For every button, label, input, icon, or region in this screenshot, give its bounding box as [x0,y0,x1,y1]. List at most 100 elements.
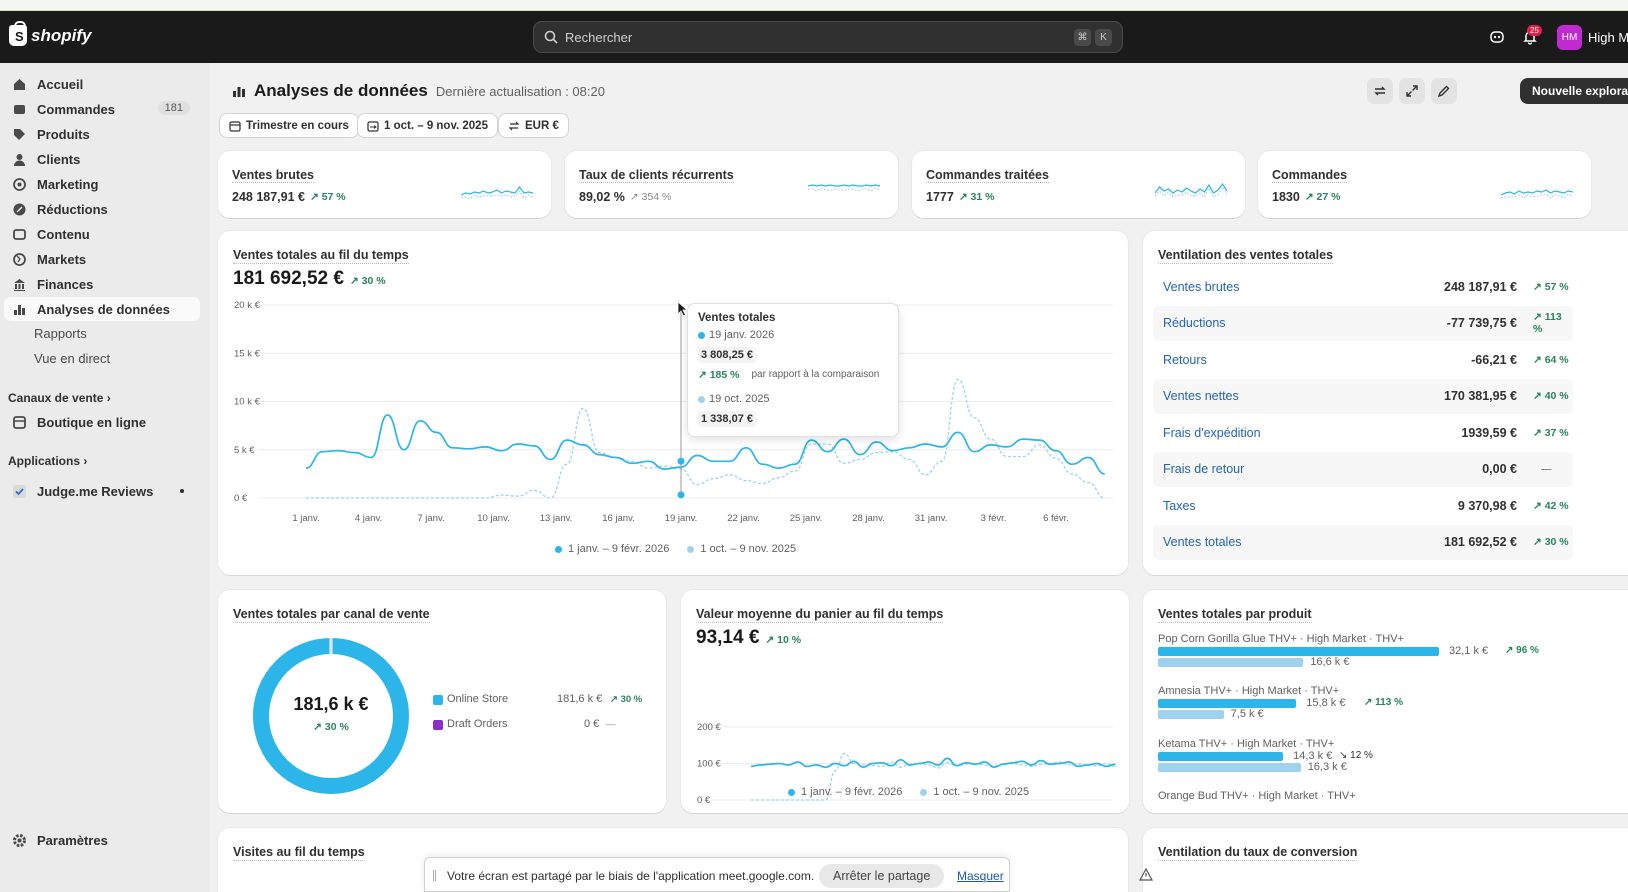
kpi-value: 1777 [926,190,954,204]
breakdown-row[interactable]: Réductions -77 739,75 € ↗ 113 % [1153,305,1573,341]
stop-sharing-button[interactable]: Arrêter le partage [819,864,945,888]
search-icon [544,30,558,44]
legend-swatch [433,720,443,730]
sidebar-item-2[interactable]: Produits [4,122,200,146]
home-icon [12,77,27,92]
x-tick-label: 22 janv. [727,513,760,524]
breakdown-change: ↗ 113 % [1533,311,1562,335]
refresh-icon [1374,86,1386,96]
product-value-current: 15,8 k € [1306,697,1346,709]
sales-channels-heading[interactable]: Canaux de vente › [8,391,111,405]
period-label: Trimestre en cours [246,119,349,132]
breakdown-row[interactable]: Frais de retour 0,00 € — [1153,451,1573,487]
breakdown-change: — [1541,463,1552,475]
sidebar-item-3[interactable]: Clients [4,147,200,171]
sidebar-item-4[interactable]: Marketing [4,172,200,196]
apps-heading[interactable]: Applications › [8,454,87,468]
store-name[interactable]: High Ma [1588,30,1628,45]
product-bar-previous[interactable] [1158,710,1224,719]
breakdown-title[interactable]: Ventilation des ventes totales [1158,248,1334,264]
aov-card: Valeur moyenne du panier au fil du temps… [681,590,1129,813]
search-bar[interactable]: Rechercher ⌘ K [533,21,1123,53]
sidekick-icon[interactable] [1487,27,1507,47]
sidebar-item-5[interactable]: Réductions [4,197,200,221]
sidebar-item-judgeme[interactable]: Judge.me Reviews [4,479,200,503]
aov-legend-previous: 1 oct. – 9 nov. 2025 [933,786,1030,798]
legend-previous: 1 oct. – 9 nov. 2025 [700,543,797,555]
compare-filter[interactable]: 1 oct. – 9 nov. 2025 [357,113,498,138]
sidebar-item-label: Markets [37,251,87,267]
product-bar-previous[interactable] [1158,763,1301,772]
breakdown-row[interactable]: Ventes totales 181 692,52 € ↗ 30 % [1153,524,1573,560]
period-filter[interactable]: Trimestre en cours [219,113,359,138]
new-exploration-button[interactable]: Nouvelle exploration [1520,78,1628,104]
aov-legend-current: 1 janv. – 9 févr. 2026 [801,786,903,798]
breakdown-change: ↗ 37 % [1533,426,1569,439]
breakdown-row[interactable]: Ventes brutes 248 187,91 € ↗ 57 % [1153,269,1573,304]
product-title[interactable]: Ventes totales par produit [1158,607,1312,623]
sidebar-item-7[interactable]: Markets [4,247,200,271]
currency-label: EUR € [525,119,559,132]
breakdown-row[interactable]: Frais d'expédition 1939,59 € ↗ 37 % [1153,415,1573,450]
currency-filter[interactable]: EUR € [498,113,569,138]
conversion-title[interactable]: Ventilation du taux de conversion [1158,845,1358,861]
product-bar-current[interactable] [1158,699,1297,708]
breakdown-label[interactable]: Frais de retour [1163,462,1244,476]
aov-line-chart[interactable]: 200 €100 €0 €1 janv.7 janv.13 janv.19 ja… [681,590,1129,813]
breakdown-value: 0,00 € [1482,462,1517,476]
aov-legend-dot-current [788,788,795,796]
channel-name: Online Store [447,693,509,705]
sidebar-item-8[interactable]: Finances [4,272,200,296]
product-change: ↗ 96 % [1505,645,1539,656]
breakdown-label[interactable]: Retours [1163,353,1207,367]
bank-icon [12,277,27,292]
shopify-logo[interactable]: Sshopify [9,21,91,46]
hover-point-current [677,457,685,465]
series-line-0[interactable] [750,757,1116,769]
sidebar-item-online-store[interactable]: Boutique en ligne [4,410,200,434]
sidebar-item-11[interactable]: Vue en direct [4,346,200,370]
donut-slice-online-store[interactable] [253,638,409,794]
kpi-card-3[interactable]: Commandes 1830 ↗ 27 % [1258,151,1591,218]
content-icon [12,227,27,242]
drag-handle-icon[interactable] [433,870,436,881]
sidebar-item-settings[interactable]: Paramètres [4,828,200,852]
breakdown-label[interactable]: Taxes [1163,499,1196,513]
fullscreen-button[interactable] [1399,78,1425,104]
kpi-card-2[interactable]: Commandes traitées 1777 ↗ 31 % [912,151,1245,218]
breakdown-label[interactable]: Frais d'expédition [1163,426,1261,440]
channel-change: ↗ 30 % [610,694,643,705]
edit-button[interactable] [1431,78,1457,104]
refresh-button[interactable] [1367,78,1393,104]
globe-icon [12,252,27,267]
breakdown-row[interactable]: Ventes nettes 170 381,95 € ↗ 40 % [1153,378,1573,414]
product-bar-current[interactable] [1158,647,1439,656]
sidebar-item-6[interactable]: Contenu [4,222,200,246]
sidebar-item-9[interactable]: Analyses de données [4,297,200,321]
sales-line-chart[interactable]: 20 k € 15 k € 10 k € 5 k € 0 € 1 janv. 4 janv.… [218,231,1128,575]
sidebar-item-10[interactable]: Rapports [4,321,200,345]
breakdown-label[interactable]: Ventes brutes [1163,280,1239,294]
breakdown-label[interactable]: Ventes nettes [1163,389,1239,403]
sidebar-item-0[interactable]: Accueil [4,72,200,96]
breakdown-label[interactable]: Ventes totales [1163,535,1242,549]
sidebar-item-label: Commandes [37,101,116,117]
product-name: Pop Corn Gorilla Glue THV+ · High Market… [1158,633,1404,645]
product-bar-previous[interactable] [1158,658,1304,667]
visits-title[interactable]: Visites au fil du temps [233,845,365,861]
avatar[interactable]: HM [1557,25,1582,50]
breakdown-row[interactable]: Retours -66,21 € ↗ 64 % [1153,342,1573,377]
breakdown-label[interactable]: Réductions [1163,316,1226,330]
kpi-sparkline-current [808,184,880,187]
hide-share-link[interactable]: Masquer [957,869,1004,883]
breakdown-change: ↗ 64 % [1533,353,1569,366]
kpi-sparkline-current [461,186,533,196]
kpi-card-0[interactable]: Ventes brutes 248 187,91 € ↗ 57 % [218,151,551,218]
breakdown-row[interactable]: Taxes 9 370,98 € ↗ 42 % [1153,488,1573,523]
product-bar-current[interactable] [1158,752,1284,761]
aov-legend-dot-previous [920,788,928,796]
sidebar-item-1[interactable]: Commandes 181 [4,97,200,121]
x-tick-label: 25 janv. [790,513,823,524]
tooltip-change-label: par rapport à la comparaison [751,369,880,380]
kpi-card-1[interactable]: Taux de clients récurrents 89,02 % ↗ 354 % [565,151,898,218]
